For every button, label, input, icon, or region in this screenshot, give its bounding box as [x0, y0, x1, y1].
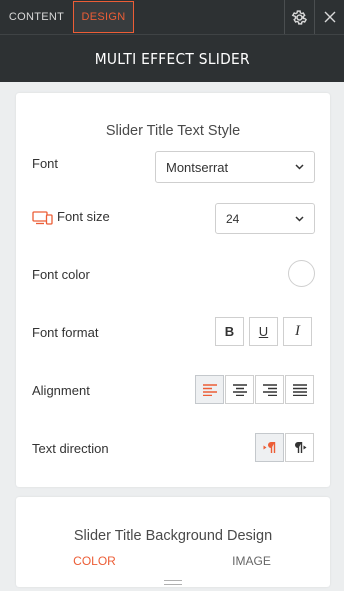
font-label: Font	[32, 156, 59, 171]
tab-color[interactable]: COLOR	[16, 554, 173, 568]
align-right-button[interactable]	[255, 375, 284, 404]
align-right-icon	[262, 383, 277, 396]
align-left-button[interactable]	[195, 375, 224, 404]
font-size-value: 24	[226, 211, 240, 226]
background-design-card: Slider Title Background Design COLOR IMA…	[16, 497, 330, 587]
gear-icon	[291, 9, 308, 25]
align-center-icon	[232, 383, 247, 396]
tab-image[interactable]: IMAGE	[173, 554, 330, 568]
resize-handle[interactable]	[164, 580, 182, 585]
align-center-button[interactable]	[225, 375, 254, 404]
chevron-down-icon	[294, 162, 304, 172]
alignment-label: Alignment	[32, 383, 90, 398]
align-left-icon	[202, 383, 217, 396]
panel-title-bar: MULTI EFFECT SLIDER	[0, 34, 344, 82]
font-size-select[interactable]: 24	[215, 203, 315, 234]
section-title-text-style: Slider Title Text Style	[105, 123, 241, 139]
rtl-button[interactable]	[255, 433, 284, 462]
underline-button[interactable]: U	[249, 317, 278, 346]
tab-bar-spacer	[134, 0, 284, 34]
bold-button[interactable]: B	[215, 317, 244, 346]
align-justify-icon	[292, 383, 307, 396]
responsive-devices-icon[interactable]	[32, 211, 53, 225]
alignment-group	[195, 375, 314, 404]
text-style-card: Slider Title Text Style Font Montserrat …	[16, 93, 330, 487]
section-title-background-design: Slider Title Background Design	[73, 528, 273, 544]
close-button[interactable]	[314, 0, 344, 34]
tab-design[interactable]: DESIGN	[73, 1, 134, 33]
font-select[interactable]: Montserrat	[155, 151, 315, 183]
font-size-label: Font size	[57, 209, 110, 224]
align-justify-button[interactable]	[285, 375, 314, 404]
font-color-label: Font color	[32, 267, 90, 282]
font-format-group: B U I	[215, 317, 312, 346]
background-tabs: COLOR IMAGE	[16, 554, 330, 568]
bold-glyph: B	[224, 324, 235, 339]
settings-button[interactable]	[284, 0, 314, 34]
rtl-icon	[263, 442, 275, 453]
top-tab-bar: CONTENT DESIGN	[0, 0, 344, 34]
italic-button[interactable]: I	[283, 317, 312, 346]
font-select-value: Montserrat	[166, 159, 229, 175]
ltr-button[interactable]	[285, 433, 314, 462]
underline-glyph: U	[258, 324, 269, 339]
text-direction-group	[255, 433, 314, 462]
tab-content[interactable]: CONTENT	[0, 0, 73, 34]
font-color-picker[interactable]	[288, 260, 315, 287]
italic-glyph: I	[295, 323, 300, 339]
ltr-icon	[294, 442, 306, 453]
font-format-label: Font format	[32, 325, 99, 340]
panel-title: MULTI EFFECT SLIDER	[94, 49, 250, 68]
close-icon	[324, 11, 335, 23]
text-direction-label: Text direction	[32, 441, 109, 456]
chevron-down-icon	[294, 214, 304, 224]
